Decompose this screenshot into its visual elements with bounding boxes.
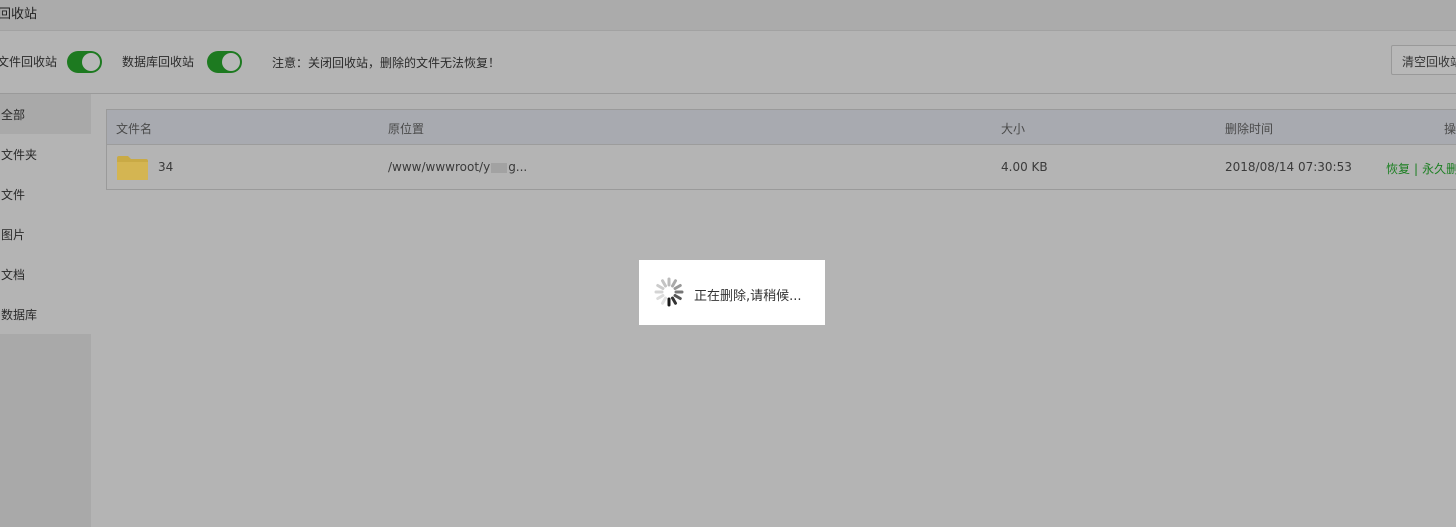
sidebar-item-all[interactable]: 全部 [0,94,91,134]
path-suffix: g... [508,160,528,174]
clear-recycle-button[interactable]: 清空回收站 [1391,45,1456,75]
sidebar-item-databases[interactable]: 数据库 [0,294,91,334]
sidebar-item-folders[interactable]: 文件夹 [0,134,91,174]
sidebar-item-images[interactable]: 图片 [0,214,91,254]
column-header-size[interactable]: 大小 [1001,120,1025,137]
original-location: /www/wwwroot/y g... [388,160,527,174]
file-size: 4.00 KB [1001,160,1048,174]
category-sidebar: 全部 文件夹 文件 图片 文档 数据库 [0,94,91,527]
sidebar-item-label: 文档 [1,268,26,282]
loading-message: 正在删除,请稍候... [694,289,802,304]
sidebar-item-label: 全部 [1,108,26,122]
recycle-table: 文件名 原位置 大小 删除时间 操作 34 /www/wwwroot/y g...… [106,109,1456,190]
column-header-location[interactable]: 原位置 [388,120,424,137]
db-recycle-toggle[interactable] [207,51,242,73]
table-header: 文件名 原位置 大小 删除时间 操作 [107,110,1456,145]
deleted-time: 2018/08/14 07:30:53 [1225,160,1352,174]
recycle-toolbar: 文件回收站 数据库回收站 注意：关闭回收站，删除的文件无法恢复！ 清空回收站 [0,31,1456,94]
toggle-knob [222,53,240,71]
loading-dialog: 正在删除,请稍候... [639,260,825,325]
sidebar-item-label: 数据库 [1,308,38,322]
toggle-knob [82,53,100,71]
sidebar-item-label: 图片 [1,228,26,242]
folder-icon [117,156,148,180]
column-header-name[interactable]: 文件名 [116,120,152,137]
sidebar-item-label: 文件夹 [1,148,38,162]
column-header-deleted-time[interactable]: 删除时间 [1225,120,1273,137]
redacted-block [491,162,508,173]
db-recycle-label: 数据库回收站 [122,55,195,69]
sidebar-item-label: 文件 [1,188,26,202]
restore-link[interactable]: 恢复 [1386,162,1410,176]
window-titlebar: 回收站 [0,0,1456,31]
file-recycle-label: 文件回收站 [0,55,58,69]
permanent-delete-link[interactable]: 永久删除 [1422,162,1456,176]
loading-spinner-icon [654,277,684,307]
file-recycle-toggle[interactable] [67,51,102,73]
table-row: 34 /www/wwwroot/y g... 4.00 KB 2018/08/14… [107,145,1456,190]
page-title: 回收站 [0,7,38,22]
file-name: 34 [158,160,174,174]
action-separator: | [1414,162,1419,176]
row-actions: 恢复 |永久删除 [1386,160,1456,177]
sidebar-item-files[interactable]: 文件 [0,174,91,214]
column-header-actions: 操作 [1444,122,1456,136]
path-prefix: /www/wwwroot/y [388,160,491,174]
sidebar-item-documents[interactable]: 文档 [0,254,91,294]
recycle-notice: 注意：关闭回收站，删除的文件无法恢复！ [272,56,501,70]
